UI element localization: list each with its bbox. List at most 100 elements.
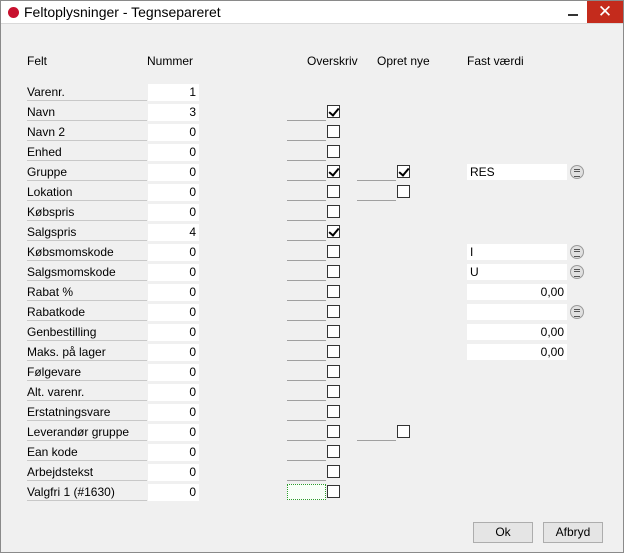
overwrite-checkbox[interactable] <box>327 165 340 178</box>
lookup-list-icon[interactable] <box>570 245 584 259</box>
overwrite-checkbox[interactable] <box>327 305 340 318</box>
overwrite-checkbox[interactable] <box>327 345 340 358</box>
overwrite-value-field[interactable] <box>287 220 326 221</box>
create-new-checkbox[interactable] <box>397 185 410 198</box>
overwrite-value-field[interactable] <box>287 480 326 481</box>
field-row: Gruppe 0 RES <box>1 162 623 182</box>
overwrite-value-field[interactable] <box>287 120 326 121</box>
overwrite-checkbox[interactable] <box>327 405 340 418</box>
overwrite-value-field[interactable] <box>287 140 326 141</box>
fixed-value-input[interactable]: U <box>467 264 567 280</box>
create-new-checkbox[interactable] <box>397 425 410 438</box>
overwrite-checkbox[interactable] <box>327 185 340 198</box>
column-number-input[interactable]: 0 <box>148 184 199 201</box>
lookup-list-icon[interactable] <box>570 305 584 319</box>
lookup-list-icon[interactable] <box>570 165 584 179</box>
create-new-value-field[interactable] <box>357 200 396 201</box>
overwrite-checkbox[interactable] <box>327 385 340 398</box>
overwrite-value-field[interactable] <box>287 240 326 241</box>
overwrite-checkbox[interactable] <box>327 225 340 238</box>
overwrite-value-field[interactable] <box>287 420 326 421</box>
overwrite-checkbox[interactable] <box>327 145 340 158</box>
field-label: Navn 2 <box>27 126 147 141</box>
overwrite-value-field[interactable] <box>287 460 326 461</box>
ok-button[interactable]: Ok <box>473 522 533 543</box>
column-number-input[interactable]: 0 <box>148 204 199 221</box>
overwrite-value-field[interactable] <box>287 440 326 441</box>
overwrite-value-field[interactable] <box>287 380 326 381</box>
overwrite-checkbox[interactable] <box>327 445 340 458</box>
column-number-input[interactable]: 0 <box>148 444 199 461</box>
header-overskriv: Overskriv <box>307 54 358 68</box>
column-number-input[interactable]: 0 <box>148 424 199 441</box>
fixed-value-input[interactable]: 0,00 <box>467 344 567 360</box>
column-number-input[interactable]: 0 <box>148 484 199 501</box>
column-number-input[interactable]: 0 <box>148 164 199 181</box>
column-number-input[interactable]: 0 <box>148 464 199 481</box>
fixed-value-input[interactable] <box>467 304 567 320</box>
overwrite-checkbox[interactable] <box>327 485 340 498</box>
column-number-input[interactable]: 0 <box>148 264 199 281</box>
column-number-input[interactable]: 4 <box>148 224 199 241</box>
fixed-value-input[interactable]: I <box>467 244 567 260</box>
overwrite-checkbox[interactable] <box>327 425 340 438</box>
overwrite-value-field[interactable] <box>287 180 326 181</box>
lookup-list-icon[interactable] <box>570 265 584 279</box>
header-felt: Felt <box>27 54 48 68</box>
field-label: Lokation <box>27 186 147 201</box>
field-label: Arbejdstekst <box>27 466 147 481</box>
fixed-value-input[interactable]: 0,00 <box>467 324 567 340</box>
field-label: Købspris <box>27 206 147 221</box>
fixed-value-input[interactable]: RES <box>467 164 567 180</box>
window-title: Feltoplysninger - Tegnsepareret <box>24 4 221 20</box>
overwrite-value-field[interactable] <box>287 260 326 261</box>
create-new-checkbox[interactable] <box>397 165 410 178</box>
column-number-input[interactable]: 0 <box>148 324 199 341</box>
create-new-value-field[interactable] <box>357 440 396 441</box>
overwrite-value-field[interactable] <box>287 484 326 500</box>
overwrite-value-field[interactable] <box>287 300 326 301</box>
field-label: Valgfri 1 (#1630) <box>27 486 147 501</box>
column-number-input[interactable]: 0 <box>148 384 199 401</box>
app-icon <box>8 7 19 18</box>
column-number-input[interactable]: 0 <box>148 304 199 321</box>
overwrite-value-field[interactable] <box>287 340 326 341</box>
fixed-value-input[interactable]: 0,00 <box>467 284 567 300</box>
overwrite-checkbox[interactable] <box>327 265 340 278</box>
column-number-input[interactable]: 0 <box>148 364 199 381</box>
minimize-icon[interactable] <box>560 1 586 23</box>
header-opret-nye: Opret nye <box>377 54 430 68</box>
overwrite-checkbox[interactable] <box>327 205 340 218</box>
column-number-input[interactable]: 0 <box>148 124 199 141</box>
column-number-input[interactable]: 0 <box>148 344 199 361</box>
overwrite-checkbox[interactable] <box>327 105 340 118</box>
overwrite-value-field[interactable] <box>287 400 326 401</box>
overwrite-checkbox[interactable] <box>327 245 340 258</box>
column-number-input[interactable]: 3 <box>148 104 199 121</box>
overwrite-checkbox[interactable] <box>327 125 340 138</box>
overwrite-checkbox[interactable] <box>327 465 340 478</box>
column-number-input[interactable]: 0 <box>148 404 199 421</box>
overwrite-value-field[interactable] <box>287 200 326 201</box>
overwrite-checkbox[interactable] <box>327 365 340 378</box>
overwrite-checkbox[interactable] <box>327 285 340 298</box>
column-number-input[interactable]: 0 <box>148 244 199 261</box>
cancel-button[interactable]: Afbryd <box>543 522 603 543</box>
field-row: Salgspris 4 <box>1 222 623 242</box>
title-bar[interactable]: Feltoplysninger - Tegnsepareret ✕ <box>1 1 623 24</box>
overwrite-value-field[interactable] <box>287 320 326 321</box>
overwrite-checkbox[interactable] <box>327 325 340 338</box>
overwrite-value-field[interactable] <box>287 280 326 281</box>
create-new-value-field[interactable] <box>357 180 396 181</box>
field-label: Varenr. <box>27 86 147 101</box>
header-nummer: Nummer <box>147 54 194 68</box>
column-number-input[interactable]: 0 <box>148 144 199 161</box>
overwrite-value-field[interactable] <box>287 360 326 361</box>
column-number-input[interactable]: 1 <box>148 84 199 101</box>
field-row: Lokation 0 <box>1 182 623 202</box>
overwrite-value-field[interactable] <box>287 160 326 161</box>
field-row: Genbestilling 0 0,00 <box>1 322 623 342</box>
column-number-input[interactable]: 0 <box>148 284 199 301</box>
close-icon[interactable]: ✕ <box>587 1 623 23</box>
field-label: Alt. varenr. <box>27 386 147 401</box>
